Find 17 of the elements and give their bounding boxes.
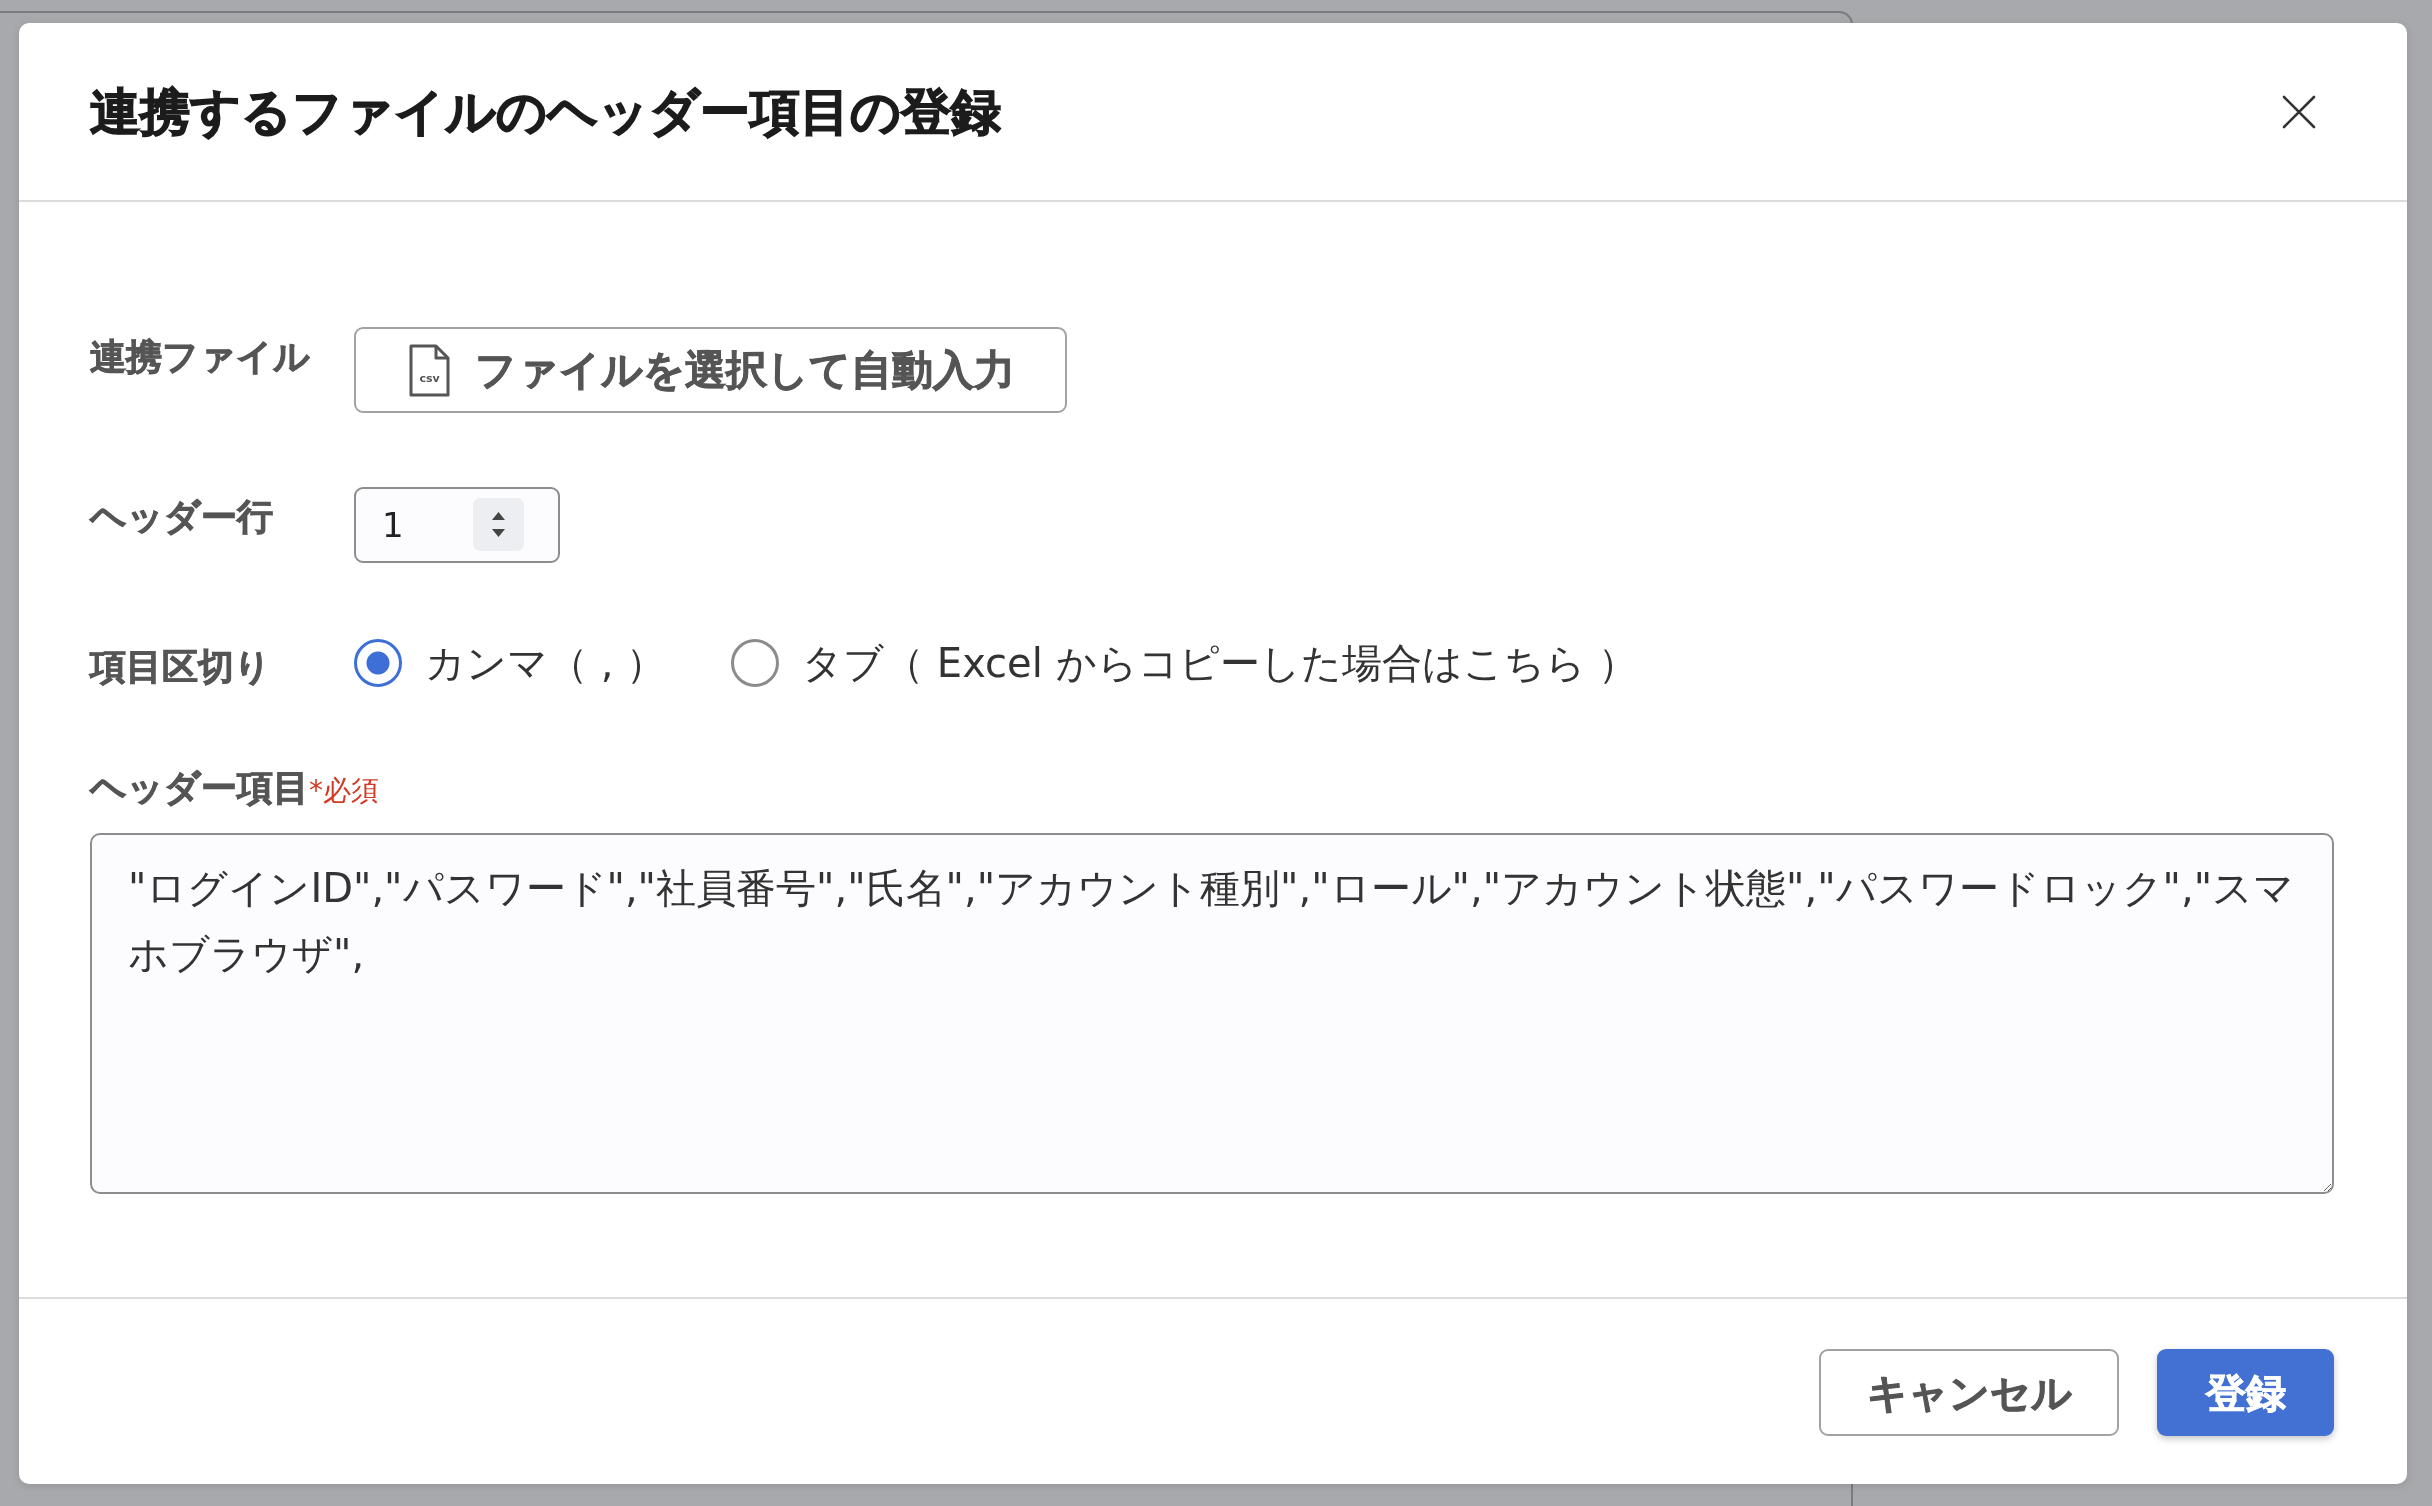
csv-file-icon: csv [408,343,451,397]
field-label: 項目区切り [90,645,272,689]
dialog-title: 連携するファイルのヘッダー項目の登録 [90,81,1001,142]
radio-button[interactable] [731,639,780,687]
radio-label[interactable]: タブ（ Excel からコピーした場合はこちら ） [802,639,1639,687]
register-button[interactable]: 登録 [2157,1349,2334,1436]
file-select-button[interactable]: csv ファイルを選択して自動入力 [354,327,1067,413]
radio-label[interactable]: カンマ（ , ） [425,639,667,687]
radio-button[interactable] [354,639,402,687]
field-label: ヘッダー項目 [90,766,309,810]
cancel-button[interactable]: キャンセル [1819,1349,2119,1436]
field-label: 連携ファイル [90,335,311,379]
spinner-icon[interactable] [473,498,524,551]
required-mark: *必須 [309,774,379,808]
close-icon [2282,94,2316,129]
field-label: ヘッダー行 [90,495,274,539]
header-items-field[interactable]: "ログインID","パスワード","社員番号","氏名","アカウント種別","ロール","アカウント状態","パスワードロック","スマホブラウザ", [90,833,2334,1195]
